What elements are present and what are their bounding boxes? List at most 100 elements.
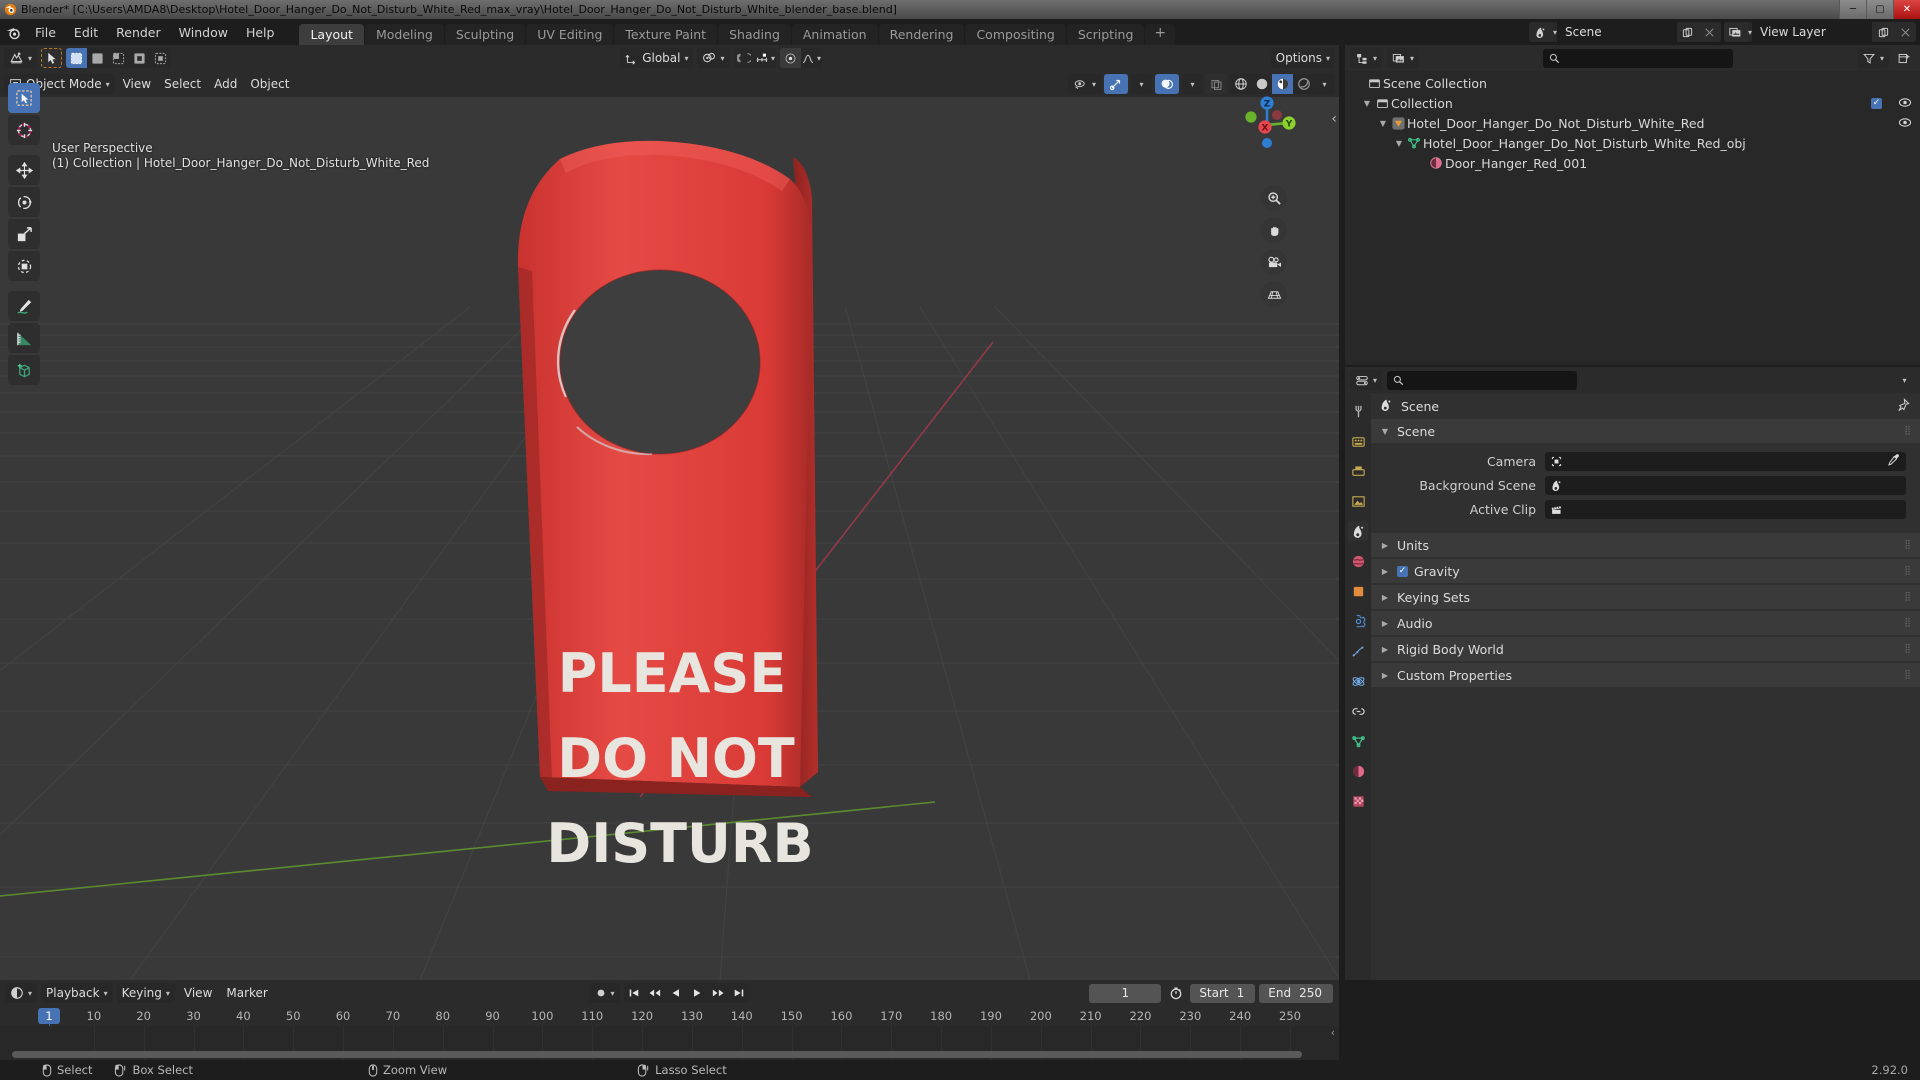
expander-icon[interactable]: ▼ (1361, 99, 1373, 108)
camera-view-button[interactable] (1261, 249, 1287, 275)
viewlayer-datablock[interactable]: ▾ View Layer (1723, 22, 1916, 42)
minimize-button[interactable]: ─ (1839, 0, 1866, 19)
tab-sculpting[interactable]: Sculpting (444, 24, 526, 45)
menu-render[interactable]: Render (107, 23, 170, 42)
jump-to-end-button[interactable] (728, 983, 750, 1003)
keying-menu-button[interactable]: Keying ▾ (116, 983, 175, 1003)
background-scene-field[interactable] (1545, 475, 1906, 495)
tool-annotate[interactable] (8, 291, 40, 321)
tool-transform[interactable] (8, 251, 40, 281)
tab-rendering[interactable]: Rendering (878, 24, 965, 45)
timeline-menu-marker[interactable]: Marker (221, 983, 272, 1003)
outliner-row-mesh-data[interactable]: ▼ Hotel_Door_Hanger_Do_Not_Disturb_White… (1345, 133, 1920, 153)
active-clip-field[interactable] (1545, 499, 1906, 519)
tab-world[interactable] (1348, 551, 1368, 571)
view-axis-gizmo[interactable]: Z Y X (1231, 85, 1303, 157)
tab-object-data[interactable] (1348, 731, 1368, 751)
properties-editor[interactable]: ▾ ▾ Scene ▼ Scene ⣿ Camera Background Sc… (1345, 367, 1920, 980)
gravity-checkbox[interactable]: ✓ (1397, 565, 1408, 577)
menu-help[interactable]: Help (237, 23, 284, 42)
gizmo-toggle-button[interactable] (1104, 74, 1128, 94)
timeline-menu-view[interactable]: View (179, 983, 217, 1003)
panel-header-scene[interactable]: ▼ Scene ⣿ (1371, 419, 1920, 443)
select-invert-button[interactable] (129, 48, 151, 68)
add-workspace-button[interactable]: + (1145, 24, 1176, 45)
tool-cursor[interactable] (8, 115, 40, 145)
tab-texture[interactable] (1348, 791, 1368, 811)
overlays-toggle-button[interactable] (1155, 74, 1179, 94)
tool-scale[interactable] (8, 219, 40, 249)
outliner-row-scene-collection[interactable]: ▼ Scene Collection (1345, 73, 1920, 93)
viewport-options-button[interactable]: Options ▾ (1270, 48, 1335, 68)
tab-animation[interactable]: Animation (791, 24, 878, 45)
next-keyframe-button[interactable] (707, 983, 729, 1003)
outliner-search-input[interactable] (1543, 48, 1733, 68)
snap-magnet-button[interactable] (733, 48, 755, 68)
viewport-menu-add[interactable]: Add (209, 74, 242, 94)
editor-type-button[interactable]: ▾ (4, 48, 38, 68)
camera-field[interactable] (1545, 451, 1906, 471)
scene-datablock[interactable]: ▾ Scene (1528, 22, 1721, 42)
viewport-menu-view[interactable]: View (118, 74, 156, 94)
expander-icon[interactable]: ▼ (1393, 139, 1405, 148)
select-intersect-button[interactable] (150, 48, 172, 68)
tab-scene[interactable] (1348, 521, 1368, 541)
tool-add-cube[interactable] (8, 355, 40, 385)
viewport-3d[interactable]: ▾ Global ▾ ▾ ▾ ▾ Options ▾ Object Mode ▾… (0, 45, 1339, 980)
remove-viewlayer-button[interactable] (1894, 22, 1916, 42)
tool-rotate[interactable] (8, 187, 40, 217)
close-button[interactable]: ✕ (1893, 0, 1920, 19)
snap-target-button[interactable]: ▾ (754, 48, 776, 68)
collection-checkbox[interactable]: ✓ (1871, 97, 1882, 109)
tab-material[interactable] (1348, 761, 1368, 781)
tab-texture-paint[interactable]: Texture Paint (614, 24, 718, 45)
tab-compositing[interactable]: Compositing (965, 24, 1066, 45)
tab-tool[interactable] (1348, 401, 1368, 421)
proportional-edit-button[interactable] (779, 48, 801, 68)
eye-icon[interactable] (1898, 116, 1912, 131)
start-frame-field[interactable]: Start 1 (1190, 983, 1256, 1003)
tab-object[interactable] (1348, 581, 1368, 601)
properties-options-button[interactable]: ▾ (1894, 370, 1915, 390)
panel-header-units[interactable]: ▶ Units ⣿ (1371, 533, 1920, 557)
tool-move[interactable] (8, 155, 40, 185)
timeline-track-area[interactable]: ‹ (0, 1026, 1339, 1060)
pin-icon[interactable] (1896, 397, 1910, 415)
outliner-row-material[interactable]: ▼ Door_Hanger_Red_001 (1345, 153, 1920, 173)
toggle-perspective-button[interactable] (1261, 281, 1287, 307)
new-collection-button[interactable] (1894, 48, 1915, 68)
viewport-menu-object[interactable]: Object (245, 74, 294, 94)
viewport-canvas[interactable]: PLEASE DO NOT DISTURB User Perspective (… (0, 97, 1339, 980)
select-subtract-button[interactable] (108, 48, 130, 68)
eye-icon[interactable] (1898, 96, 1912, 111)
timeline-ruler[interactable]: › 11020304050607080901001101201301401501… (0, 1006, 1339, 1054)
new-scene-button[interactable] (1676, 22, 1699, 42)
tab-shading[interactable]: Shading (718, 24, 791, 45)
tab-particles[interactable] (1348, 641, 1368, 661)
select-extend-button[interactable] (87, 48, 109, 68)
tool-select-box[interactable] (8, 83, 40, 113)
use-preview-range-icon[interactable] (1165, 983, 1186, 1003)
tab-uv-editing[interactable]: UV Editing (526, 24, 614, 45)
proportional-falloff-button[interactable]: ▾ (800, 48, 822, 68)
menu-edit[interactable]: Edit (65, 23, 107, 42)
tab-modifiers[interactable] (1348, 611, 1368, 631)
tab-render[interactable] (1348, 431, 1368, 451)
tab-layout[interactable]: Layout (299, 24, 364, 45)
select-set-button[interactable] (66, 48, 88, 68)
timeline-editor-type-button[interactable]: ▾ (5, 983, 38, 1003)
playback-menu-button[interactable]: Playback ▾ (41, 983, 113, 1003)
auto-keying-button[interactable]: ▾ (589, 983, 620, 1003)
outliner-editor-type-button[interactable]: ▾ (1350, 48, 1383, 68)
zoom-view-button[interactable] (1261, 185, 1287, 211)
tweak-tool-button[interactable] (41, 48, 63, 68)
eyedropper-icon[interactable] (1887, 453, 1900, 469)
shading-dropdown-button[interactable]: ▾ (1314, 74, 1335, 94)
play-button[interactable] (686, 983, 708, 1003)
previous-keyframe-button[interactable] (644, 983, 666, 1003)
pivot-point-button[interactable]: ▾ (697, 48, 730, 68)
menu-file[interactable]: File (26, 23, 65, 42)
overlays-dropdown-button[interactable]: ▾ (1182, 74, 1203, 94)
tab-scripting[interactable]: Scripting (1066, 24, 1145, 45)
xray-toggle-button[interactable] (1206, 74, 1227, 94)
